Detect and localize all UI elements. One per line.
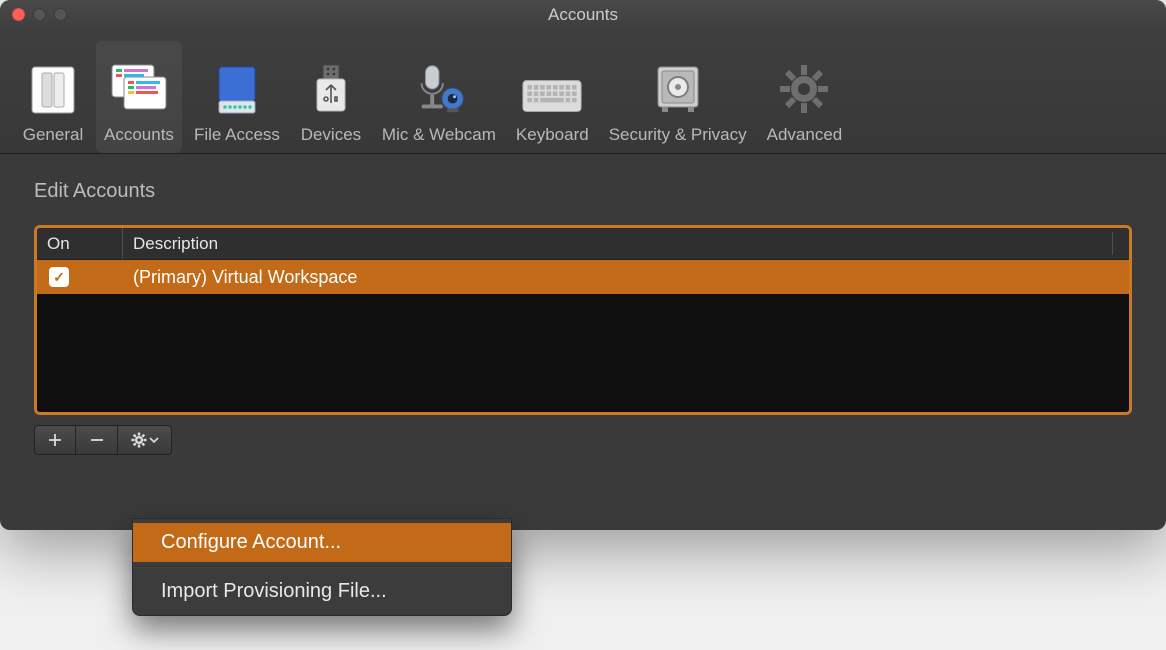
safe-icon <box>647 59 709 117</box>
content-area: Edit Accounts On Description ✓ (Primary)… <box>0 154 1166 455</box>
preferences-window: Accounts General <box>0 0 1166 530</box>
toolbar-item-general[interactable]: General <box>14 41 92 153</box>
switch-icon <box>22 59 84 117</box>
drive-icon <box>206 59 268 117</box>
keyboard-icon <box>521 59 583 117</box>
close-window-button[interactable] <box>12 8 25 21</box>
toolbar-item-security-privacy[interactable]: Security & Privacy <box>601 41 755 153</box>
zoom-window-button[interactable] <box>54 8 67 21</box>
titlebar: Accounts <box>0 0 1166 30</box>
usb-drive-icon <box>300 59 362 117</box>
add-account-button[interactable] <box>34 425 76 455</box>
table-empty-area <box>37 294 1129 412</box>
account-actions-menu-button[interactable] <box>118 425 172 455</box>
prefs-toolbar: General Accounts <box>0 30 1166 154</box>
table-actions <box>34 425 1132 455</box>
toolbar-item-accounts[interactable]: Accounts <box>96 41 182 153</box>
gear-small-icon <box>131 432 147 448</box>
cell-description: (Primary) Virtual Workspace <box>123 267 1129 288</box>
account-actions-menu: Configure Account... Import Provisioning… <box>132 518 512 616</box>
table-row[interactable]: ✓ (Primary) Virtual Workspace <box>37 260 1129 294</box>
menu-item-configure-account[interactable]: Configure Account... <box>133 523 511 562</box>
accounts-icon <box>108 59 170 117</box>
chevron-down-icon <box>149 435 159 445</box>
toolbar-item-mic-webcam[interactable]: Mic & Webcam <box>374 41 504 153</box>
column-header-description[interactable]: Description <box>123 228 1129 259</box>
account-enabled-checkbox[interactable]: ✓ <box>49 267 69 287</box>
minimize-window-button[interactable] <box>33 8 46 21</box>
mic-webcam-icon <box>408 59 470 117</box>
menu-separator <box>133 566 511 568</box>
window-controls <box>12 8 67 21</box>
table-header: On Description <box>37 228 1129 260</box>
gear-icon <box>773 59 835 117</box>
toolbar-item-keyboard[interactable]: Keyboard <box>508 41 597 153</box>
toolbar-item-file-access[interactable]: File Access <box>186 41 288 153</box>
toolbar-item-advanced[interactable]: Advanced <box>759 41 851 153</box>
toolbar-item-devices[interactable]: Devices <box>292 41 370 153</box>
accounts-table: On Description ✓ (Primary) Virtual Works… <box>34 225 1132 415</box>
menu-item-import-provisioning-file[interactable]: Import Provisioning File... <box>133 572 511 611</box>
column-header-on[interactable]: On <box>37 228 123 259</box>
section-title: Edit Accounts <box>34 180 1132 203</box>
cell-on: ✓ <box>37 267 123 287</box>
window-title: Accounts <box>12 5 1154 25</box>
remove-account-button[interactable] <box>76 425 118 455</box>
